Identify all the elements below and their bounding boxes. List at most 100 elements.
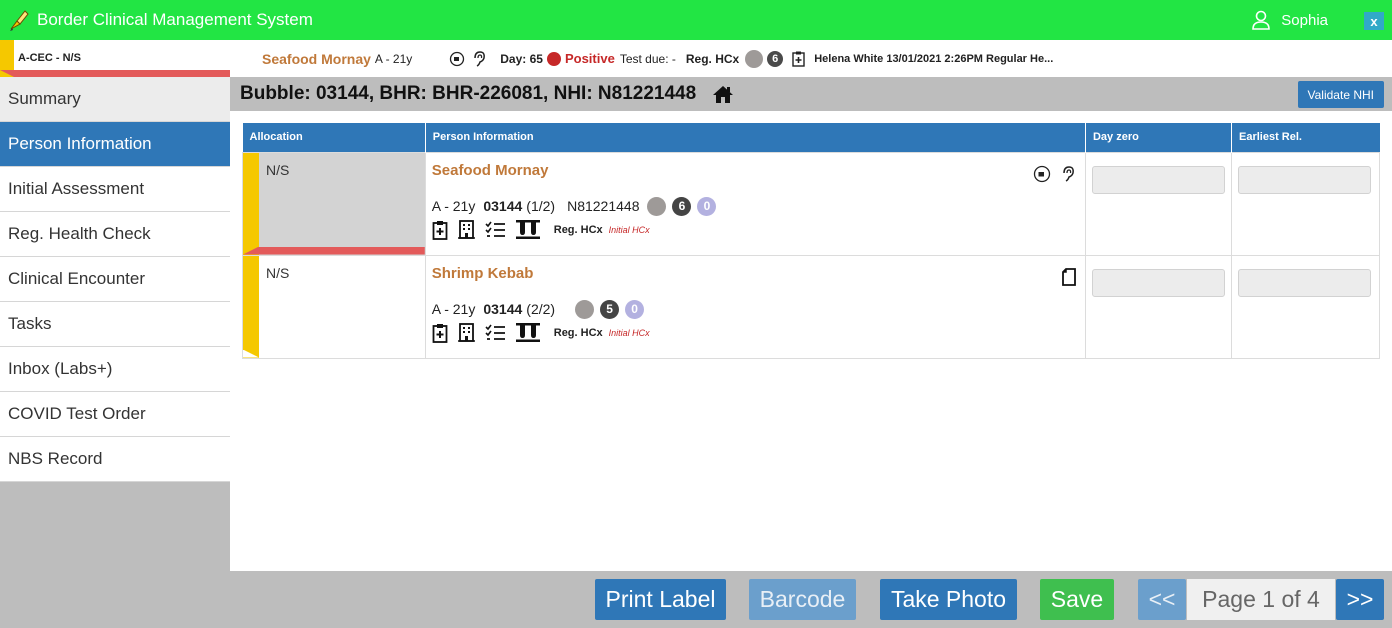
clipboard-icon xyxy=(792,51,805,67)
initial-hcx-label: Initial HCx xyxy=(608,224,650,235)
take-photo-button[interactable]: Take Photo xyxy=(880,579,1017,620)
bubble-members-table: Allocation Person Information Day zero E… xyxy=(242,123,1381,359)
count-badge: 5 xyxy=(600,299,620,319)
checklist-icon[interactable] xyxy=(485,221,506,238)
previous-page-button[interactable]: << xyxy=(1138,579,1186,620)
column-header-person-information: Person Information xyxy=(425,123,1086,152)
user-icon xyxy=(1251,10,1271,30)
patient-summary: Seafood Mornay A - 21y Day: 65 Positive … xyxy=(262,40,1053,77)
allocation-red-marker xyxy=(243,246,425,255)
last-note[interactable]: Helena White 13/01/2021 2:26PM Regular H… xyxy=(814,53,1053,65)
allocation-value: N/S xyxy=(266,264,290,281)
grey-status-dot xyxy=(745,49,764,68)
bubble-position: (1/2) xyxy=(526,198,556,214)
person-info-cell: Shrimp Kebab A - 21y 03144 (2/2) 5 0 Reg… xyxy=(424,254,1086,359)
allocation-cell[interactable]: N/S xyxy=(242,151,426,256)
nhi-number: N81221448 xyxy=(567,198,640,214)
test-tubes-icon[interactable] xyxy=(515,323,540,342)
person-details: A - 21y 03144 (1/2) N81221448 6 0 xyxy=(432,196,1079,216)
patient-age: A - 21y xyxy=(374,51,413,66)
location-tab[interactable]: A-CEC - N/S xyxy=(0,40,230,77)
sidebar-item-clinical-encounter[interactable]: Clinical Encounter xyxy=(0,257,230,302)
building-icon[interactable] xyxy=(457,323,475,342)
title-bar: Border Clinical Management System Sophia… xyxy=(0,0,1392,40)
clipboard-icon[interactable] xyxy=(432,220,448,240)
patient-name[interactable]: Seafood Mornay xyxy=(262,51,371,67)
table-row[interactable]: N/S Seafood Mornay A - 21y 03144 (1/2) N… xyxy=(242,151,1381,256)
close-icon: x xyxy=(1370,13,1378,29)
sidebar-item-covid-test-order[interactable]: COVID Test Order xyxy=(0,392,230,437)
allocation-cell[interactable]: N/S xyxy=(242,254,426,359)
allocation-red-marker xyxy=(0,70,230,77)
day-zero-cell xyxy=(1084,254,1232,359)
person-actions: Reg. HCx Initial HCx xyxy=(432,323,1079,343)
next-page-button[interactable]: >> xyxy=(1336,579,1384,620)
status-label: Positive xyxy=(564,51,615,66)
pending-badge: 0 xyxy=(697,196,717,216)
person-flags xyxy=(1027,165,1079,183)
bubble-header: Bubble: 03144, BHR: BHR-226081, NHI: N81… xyxy=(230,77,1392,111)
clipboard-icon[interactable] xyxy=(432,323,448,343)
ear-icon xyxy=(471,50,487,68)
bubble-number: 03144 xyxy=(483,301,523,317)
status-dot xyxy=(546,51,561,66)
day-count: Day: 65 xyxy=(500,51,543,66)
footer-toolbar: Print Label Barcode Take Photo Save << P… xyxy=(230,571,1392,628)
location-label: A-CEC - N/S xyxy=(18,52,81,64)
person-name-link[interactable]: Seafood Mornay xyxy=(432,162,1079,179)
document-icon xyxy=(1062,267,1076,286)
day-zero-input[interactable] xyxy=(1091,165,1225,194)
earliest-release-input[interactable] xyxy=(1237,268,1371,297)
test-due: Test due: - xyxy=(619,51,676,66)
sidebar-item-inbox[interactable]: Inbox (Labs+) xyxy=(0,347,230,392)
bubble-position: (2/2) xyxy=(526,301,556,317)
sidebar-item-person-information[interactable]: Person Information xyxy=(0,122,230,167)
user-menu[interactable]: Sophia xyxy=(1251,0,1328,40)
count-badge: 6 xyxy=(672,196,692,216)
earliest-release-input[interactable] xyxy=(1237,165,1371,194)
allocation-yellow-marker xyxy=(243,152,259,255)
person-actions: Reg. HCx Initial HCx xyxy=(432,220,1079,240)
sidebar-item-initial-assessment[interactable]: Initial Assessment xyxy=(0,167,230,212)
print-label-button[interactable]: Print Label xyxy=(595,579,726,620)
reg-hcx-label: Reg. HCx xyxy=(553,223,603,236)
page-indicator: Page 1 of 4 xyxy=(1187,579,1335,620)
save-button[interactable]: Save xyxy=(1040,579,1114,620)
bubble-number: 03144 xyxy=(483,198,523,214)
person-flags xyxy=(1056,267,1079,286)
barcode-button[interactable]: Barcode xyxy=(749,579,856,620)
close-button[interactable]: x xyxy=(1364,12,1384,30)
sidebar-item-reg-health-check[interactable]: Reg. Health Check xyxy=(0,212,230,257)
ear-icon xyxy=(1060,165,1076,183)
person-age: A - 21y xyxy=(431,301,476,317)
test-tubes-icon[interactable] xyxy=(515,220,540,239)
day-zero-cell xyxy=(1084,151,1232,256)
person-name-link[interactable]: Shrimp Kebab xyxy=(432,265,1079,282)
table-row[interactable]: N/S Shrimp Kebab A - 21y 03144 (2/2) 5 0… xyxy=(242,254,1381,359)
person-details: A - 21y 03144 (2/2) 5 0 xyxy=(431,299,1079,319)
table-header-row: Allocation Person Information Day zero E… xyxy=(242,123,1380,152)
checklist-icon[interactable] xyxy=(485,324,506,341)
pending-badge: 0 xyxy=(625,299,645,319)
building-icon[interactable] xyxy=(457,220,475,239)
allocation-value: N/S xyxy=(266,161,290,178)
patient-header: A-CEC - N/S Seafood Mornay A - 21y Day: … xyxy=(0,40,1392,77)
earliest-rel-cell xyxy=(1230,151,1381,256)
sidebar-item-summary[interactable]: Summary xyxy=(0,77,230,122)
page-title: Bubble: 03144, BHR: BHR-226081, NHI: N81… xyxy=(240,83,697,104)
grey-status-dot xyxy=(575,299,595,319)
reg-hcx-label: Reg. HCx xyxy=(685,51,740,66)
sidebar-item-nbs-record[interactable]: NBS Record xyxy=(0,437,230,482)
app-logo-icon xyxy=(4,0,34,40)
column-header-earliest-rel: Earliest Rel. xyxy=(1231,123,1380,152)
sidebar-item-tasks[interactable]: Tasks xyxy=(0,302,230,347)
person-info-cell: Seafood Mornay A - 21y 03144 (1/2) N8122… xyxy=(424,151,1086,256)
grey-status-dot xyxy=(647,196,667,216)
reg-hcx-label: Reg. HCx xyxy=(553,326,603,339)
column-header-day-zero: Day zero xyxy=(1085,123,1232,152)
validate-nhi-button[interactable]: Validate NHI xyxy=(1297,81,1384,108)
column-header-allocation: Allocation xyxy=(242,123,426,152)
home-icon[interactable] xyxy=(712,85,734,104)
mask-icon xyxy=(1033,165,1051,183)
day-zero-input[interactable] xyxy=(1091,268,1225,297)
